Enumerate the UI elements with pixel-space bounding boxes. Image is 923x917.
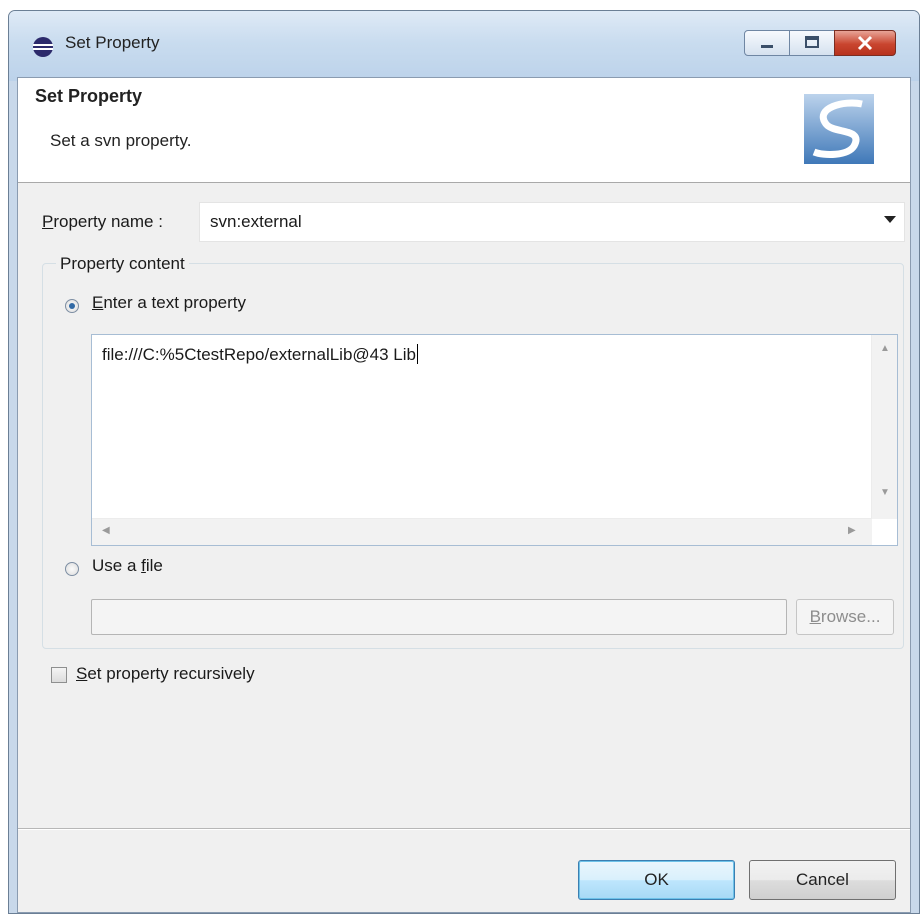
- recursive-checkbox[interactable]: [51, 667, 67, 683]
- page-title: Set Property: [35, 86, 143, 106]
- window-title: Set Property: [65, 33, 160, 52]
- text-property-radio[interactable]: [65, 299, 79, 313]
- cancel-button[interactable]: Cancel: [749, 860, 896, 900]
- use-file-label[interactable]: Use a file: [92, 556, 163, 576]
- close-icon: [857, 35, 873, 51]
- property-text-area[interactable]: file:///C:%5CtestRepo/externalLib@43 Lib…: [91, 334, 898, 546]
- scroll-right-icon[interactable]: ▶: [848, 525, 856, 536]
- dialog-client-area: Set Property Set a svn property. Propert…: [17, 77, 911, 913]
- recursive-label[interactable]: Set property recursively: [76, 664, 255, 684]
- minimize-icon: [761, 45, 773, 48]
- ok-button[interactable]: OK: [578, 860, 735, 900]
- dialog-header: Set Property Set a svn property.: [18, 78, 910, 183]
- maximize-button[interactable]: [789, 30, 835, 56]
- title-bar[interactable]: Set Property: [9, 11, 919, 81]
- text-caret: [416, 344, 418, 364]
- scroll-up-icon[interactable]: ▲: [880, 343, 890, 354]
- eclipse-icon: [33, 37, 53, 57]
- property-name-combo[interactable]: svn:external: [199, 202, 905, 242]
- footer-separator: [18, 828, 910, 830]
- property-text-value: file:///C:%5CtestRepo/externalLib@43 Lib: [102, 344, 418, 364]
- scroll-left-icon[interactable]: ◀: [102, 525, 110, 536]
- subversive-logo-icon: [804, 94, 874, 164]
- close-button[interactable]: [834, 30, 896, 56]
- property-content-legend: Property content: [56, 254, 189, 274]
- vertical-scrollbar[interactable]: ▲ ▼: [871, 335, 897, 519]
- horizontal-scrollbar[interactable]: ◀ ▶: [92, 518, 872, 545]
- page-description: Set a svn property.: [50, 131, 192, 150]
- restore-icon: [805, 36, 819, 48]
- property-name-value: svn:external: [210, 212, 302, 231]
- file-path-input[interactable]: [91, 599, 787, 635]
- browse-button[interactable]: Browse...: [796, 599, 894, 635]
- use-file-radio[interactable]: [65, 562, 79, 576]
- scroll-down-icon[interactable]: ▼: [880, 487, 890, 498]
- chevron-down-icon[interactable]: [884, 216, 896, 223]
- minimize-button[interactable]: [744, 30, 790, 56]
- dialog-window: Set Property Set Property Set a svn prop…: [8, 10, 920, 914]
- text-property-label[interactable]: Enter a text property: [92, 293, 246, 313]
- property-name-label: Property name :: [42, 212, 163, 231]
